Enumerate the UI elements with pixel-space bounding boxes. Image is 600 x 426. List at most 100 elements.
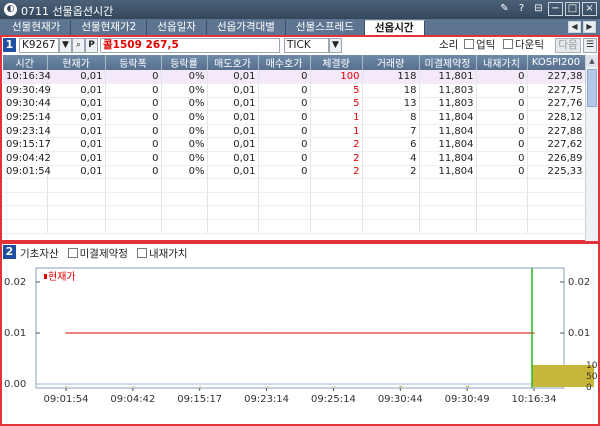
table-row[interactable]: 09:25:14 0,01 0 0% 0,01 0 1 8 11,804 0 228,12 [3, 110, 586, 125]
open-interest-checkbox[interactable]: 미결제약정 [67, 246, 128, 261]
table-cell: 11,804 [419, 137, 477, 153]
panel-number-badge: 2 [3, 245, 16, 259]
table-row[interactable]: 09:30:49 0,01 0 0% 0,01 0 5 18 11,803 0 227,75 [3, 83, 586, 98]
table-cell [527, 205, 586, 221]
table-row[interactable]: 09:01:54 0,01 0 0% 0,01 0 2 2 11,804 0 225,33 [3, 165, 586, 180]
table-cell [161, 205, 208, 221]
tab-daily[interactable]: 선옵일자 [147, 20, 207, 35]
table-cell: 09:01:54 [3, 165, 51, 180]
column-header[interactable]: 시간 [3, 55, 48, 70]
close-button[interactable]: × [582, 2, 597, 16]
table-cell: 6 [362, 137, 420, 153]
price-point [199, 332, 201, 334]
table-cell [161, 219, 208, 234]
p-button[interactable]: P [85, 38, 98, 53]
intrinsic-checkbox[interactable]: 내재가치 [136, 246, 188, 261]
table-cell [310, 178, 363, 193]
volume-bar [198, 386, 202, 387]
empty-row [3, 178, 586, 193]
plot-frame [35, 267, 565, 389]
layout-icon[interactable]: ⊟ [531, 2, 546, 16]
minimize-button[interactable]: − [548, 2, 563, 16]
column-header[interactable]: 등락률 [161, 55, 208, 70]
period-select[interactable]: TICK [284, 38, 329, 53]
price-point [399, 332, 401, 334]
table-cell [3, 205, 48, 221]
table-cell [527, 219, 586, 234]
table-cell [310, 219, 363, 234]
column-header[interactable]: 등락폭 [105, 55, 162, 70]
tab-futures-price2[interactable]: 선물현재가2 [71, 20, 148, 35]
maximize-button[interactable]: □ [565, 2, 580, 16]
table-cell: 09:15:17 [3, 137, 51, 153]
table-cell: 13 [362, 97, 420, 112]
table-cell: 0 [258, 151, 311, 166]
tab-next-icon[interactable]: ▶ [583, 21, 596, 33]
table-cell: 227,62 [527, 137, 586, 153]
volume-bar [332, 386, 336, 387]
table-cell [3, 178, 48, 193]
table-cell [362, 178, 420, 193]
tab-spread[interactable]: 선물스프레드 [286, 20, 365, 35]
tab-time[interactable]: 선옵시간 [364, 20, 425, 35]
table-row[interactable]: 09:15:17 0,01 0 0% 0,01 0 2 6 11,804 0 227,62 [3, 137, 586, 153]
table-cell: 2 [310, 165, 363, 180]
time-sales-panel: 1 K9267 ▼ ⌕ P 콜1509 267,5 TICK ▼ 소리 업틱 다… [0, 35, 600, 242]
column-header[interactable]: 내재가치 [476, 55, 528, 70]
instrument-name: 콜1509 267,5 [100, 38, 280, 53]
table-cell: 0 [105, 151, 162, 166]
tab-prev-icon[interactable]: ◀ [568, 21, 581, 33]
table-row[interactable]: 10:16:34 0,01 0 0% 0,01 0 100 118 11,801 0 227,38 [3, 70, 586, 85]
table-cell: 0,01 [207, 97, 259, 112]
table-cell [258, 178, 311, 193]
time-sales-table: 시간 현재가 등락폭 등락률 매도호가 매수호가 체결량 거래량 미결제약정 내재가치 KOSPI2… [3, 55, 586, 234]
downtick-checkbox[interactable]: 다운틱 [503, 38, 544, 53]
table-cell: 0 [258, 70, 311, 85]
search-icon[interactable]: ⌕ [72, 38, 85, 53]
pin-icon[interactable]: ✎ [497, 2, 512, 16]
volume-bar [265, 386, 269, 387]
code-dropdown-icon[interactable]: ▼ [59, 38, 72, 53]
next-button[interactable]: 다음 [555, 38, 581, 53]
volume-tick-label: 0 [586, 383, 592, 393]
column-header[interactable]: 현재가 [47, 55, 106, 70]
table-cell: 18 [362, 83, 420, 98]
table-row[interactable]: 09:30:44 0,01 0 0% 0,01 0 5 13 11,803 0 227,76 [3, 97, 586, 112]
scroll-up-icon[interactable]: ▲ [586, 55, 598, 67]
table-cell: 11,803 [419, 83, 477, 98]
list-menu-icon[interactable]: ☰ [583, 38, 597, 53]
table-cell: 226,89 [527, 151, 586, 166]
table-cell [310, 205, 363, 221]
table-row[interactable]: 09:23:14 0,01 0 0% 0,01 0 1 7 11,804 0 227,88 [3, 124, 586, 139]
vertical-scrollbar[interactable]: ▲ [585, 55, 598, 241]
table-cell: 0,01 [47, 97, 106, 112]
column-header[interactable]: 미결제약정 [419, 55, 477, 70]
empty-row [3, 192, 586, 207]
table-cell: 0% [161, 83, 208, 98]
tab-by-price[interactable]: 선옵가격대별 [207, 20, 286, 35]
column-header[interactable]: 매수호가 [258, 55, 311, 70]
table-cell [258, 192, 311, 207]
tab-futures-price[interactable]: 선물현재가 [2, 20, 72, 35]
uptick-checkbox[interactable]: 업틱 [464, 38, 495, 53]
table-cell: 8 [362, 110, 420, 125]
column-header[interactable]: 거래량 [362, 55, 420, 70]
table-cell: 11,801 [419, 70, 477, 85]
table-cell: 7 [362, 124, 420, 139]
column-header[interactable]: 매도호가 [207, 55, 259, 70]
scroll-thumb[interactable] [587, 69, 597, 107]
column-header[interactable]: 체결량 [310, 55, 363, 70]
table-cell [207, 192, 259, 207]
help-icon[interactable]: ? [514, 2, 529, 16]
table-cell: 4 [362, 151, 420, 166]
table-cell: 0 [105, 110, 162, 125]
volume-bar [65, 386, 68, 387]
table-cell [47, 205, 106, 221]
chevron-down-icon[interactable]: ▼ [329, 38, 342, 53]
table-row[interactable]: 09:04:42 0,01 0 0% 0,01 0 2 4 11,804 0 226,89 [3, 151, 586, 166]
empty-row [3, 205, 586, 221]
column-header[interactable]: KOSPI200 [527, 55, 586, 70]
code-input[interactable]: K9267 [19, 38, 59, 53]
table-cell: 0 [476, 165, 528, 180]
table-cell: 11,803 [419, 97, 477, 112]
